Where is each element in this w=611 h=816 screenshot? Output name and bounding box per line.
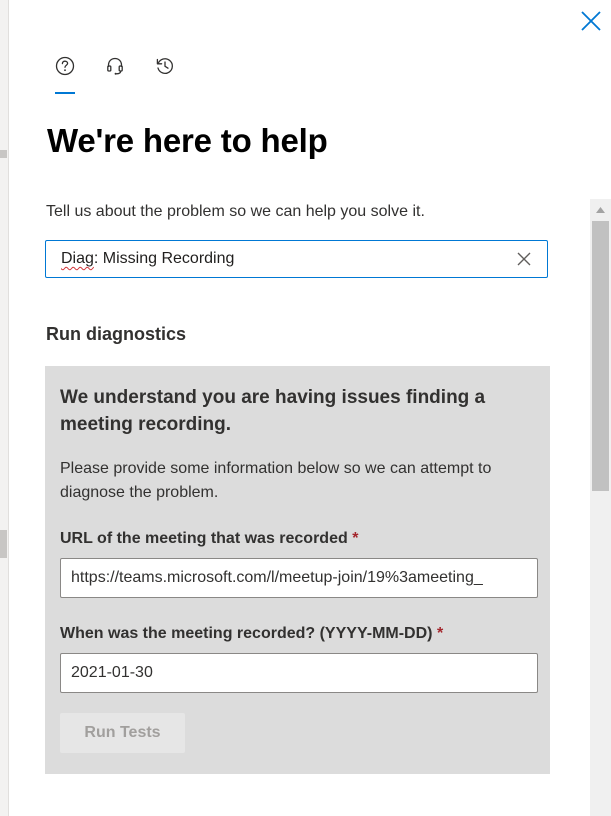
diagnostics-text: Please provide some information below so…: [60, 460, 492, 501]
tab-help[interactable]: [50, 50, 80, 94]
diagnostics-heading: We understand you are having issues find…: [60, 387, 486, 435]
close-button[interactable]: [576, 6, 606, 36]
help-pane: We're here to help Tell us about the pro…: [0, 0, 611, 816]
tab-bar: [50, 50, 200, 94]
history-icon: [156, 58, 173, 74]
date-label-text: When was the meeting recorded? (YYYY-MM-…: [60, 625, 433, 642]
search-input[interactable]: Diag: Missing Recording: [45, 240, 548, 278]
question-circle-icon: [55, 56, 75, 76]
scroll-up-button[interactable]: [590, 199, 611, 221]
background-app-edge: [0, 0, 9, 816]
section-title: Run diagnostics: [46, 324, 187, 344]
search-value-rest: : Missing Recording: [93, 250, 235, 267]
tab-history[interactable]: [150, 50, 180, 94]
arrow-up-icon: [596, 207, 605, 213]
edge-mark: [0, 150, 7, 158]
recording-date-value: 2021-01-30: [71, 664, 153, 681]
scrollbar[interactable]: [590, 199, 611, 816]
clear-icon: [517, 252, 531, 266]
page-title: We're here to help: [47, 122, 328, 159]
url-label-text: URL of the meeting that was recorded: [60, 530, 348, 547]
diagnostics-panel: We understand you are having issues find…: [45, 366, 550, 774]
spellcheck-word: Diag: [61, 250, 94, 267]
close-icon: [581, 11, 601, 31]
required-mark: *: [352, 530, 359, 547]
url-field-label: URL of the meeting that was recorded *: [60, 530, 358, 548]
help-description: Tell us about the problem so we can help…: [46, 203, 425, 220]
recording-date-input[interactable]: 2021-01-30: [60, 653, 538, 693]
tab-contact[interactable]: [100, 50, 130, 94]
edge-mark: [0, 530, 7, 558]
search-value[interactable]: Diag: Missing Recording: [61, 250, 509, 268]
meeting-url-input[interactable]: https://teams.microsoft.com/l/meetup-joi…: [60, 558, 538, 598]
headset-icon: [107, 57, 123, 75]
scrollbar-thumb[interactable]: [592, 221, 609, 491]
meeting-url-value: https://teams.microsoft.com/l/meetup-joi…: [71, 569, 483, 586]
date-field-label: When was the meeting recorded? (YYYY-MM-…: [60, 625, 443, 643]
required-mark: *: [436, 625, 444, 642]
clear-search-button[interactable]: [509, 244, 539, 274]
run-tests-button[interactable]: Run Tests: [60, 713, 185, 753]
